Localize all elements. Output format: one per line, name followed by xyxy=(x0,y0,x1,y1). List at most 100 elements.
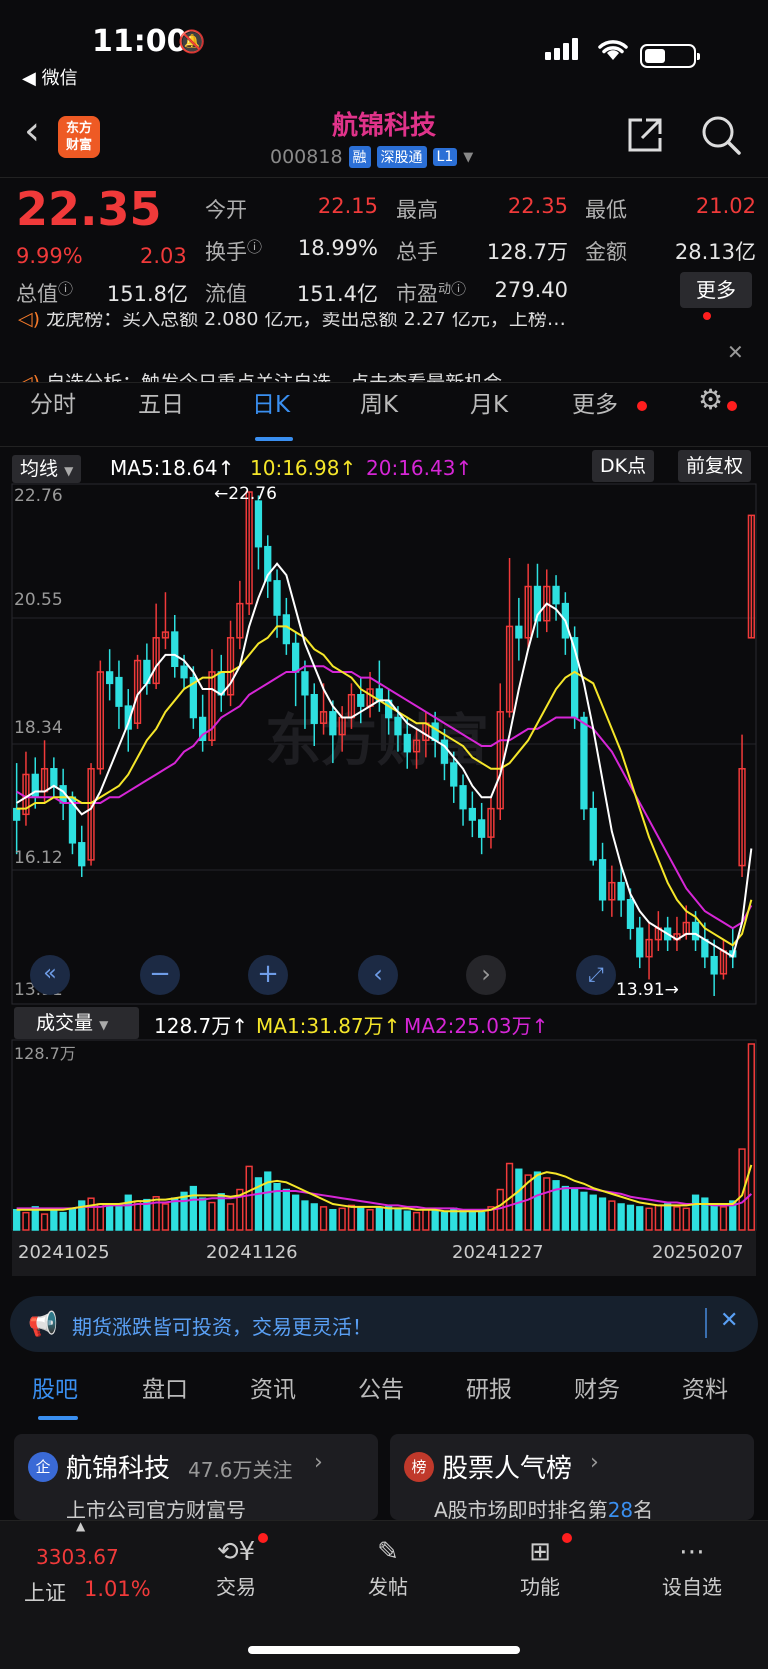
volume-bar xyxy=(161,1203,170,1231)
index-name[interactable]: 上证 xyxy=(24,1577,66,1607)
volume-bar xyxy=(608,1200,616,1231)
candle-body xyxy=(710,955,718,975)
kline-chart[interactable]: 东方财富 xyxy=(0,0,768,1290)
volume-bar xyxy=(468,1210,476,1231)
volume-bar xyxy=(347,1204,356,1231)
tab-research[interactable]: 研报 xyxy=(466,1370,512,1404)
candle-body xyxy=(171,631,179,668)
card-followers: 47.6万关注 xyxy=(188,1458,293,1482)
volume-bar xyxy=(701,1197,709,1231)
volume-bar xyxy=(292,1194,300,1231)
candle-body xyxy=(106,671,114,685)
nav-post[interactable]: ✎ 发帖 xyxy=(338,1537,438,1600)
candle-body xyxy=(50,768,58,787)
volume-bar xyxy=(199,1197,207,1231)
scroll-left-fast-icon[interactable]: « xyxy=(30,955,70,995)
promo-text: 期货涨跌皆可投资，交易更灵活！ xyxy=(72,1315,372,1339)
candle-body xyxy=(691,921,700,941)
index-change[interactable]: 1.01% xyxy=(84,1577,151,1601)
volume-bar xyxy=(580,1191,588,1231)
price-axis-label: 18.34 xyxy=(14,718,63,738)
volume-axis-max: 128.7万 xyxy=(14,1044,76,1063)
volume-bar xyxy=(22,1211,30,1231)
volume-bar xyxy=(571,1188,579,1231)
candle-body xyxy=(254,500,263,548)
close-banner-icon[interactable]: ✕ xyxy=(720,1308,738,1333)
volume-bar xyxy=(654,1204,662,1231)
volume-bar xyxy=(412,1211,421,1231)
volume-bar xyxy=(478,1211,486,1231)
candle-body xyxy=(301,671,309,696)
scroll-left-icon[interactable]: ‹ xyxy=(358,955,398,995)
scroll-right-icon[interactable]: › xyxy=(466,955,506,995)
volume-bar xyxy=(626,1204,635,1231)
volume-bar xyxy=(50,1210,58,1231)
date-axis-label: 20241126 xyxy=(206,1242,298,1263)
volume-bar xyxy=(68,1207,77,1231)
index-up-caret-icon: ▲ xyxy=(76,1519,86,1533)
nav-trade[interactable]: ⟲¥ 交易 xyxy=(186,1537,286,1600)
chevron-right-icon: › xyxy=(590,1450,599,1475)
volume-bar xyxy=(719,1206,728,1231)
volume-bar xyxy=(375,1207,383,1231)
volume-readout: 128.7万↑ xyxy=(154,1014,249,1038)
volume-bar xyxy=(13,1209,21,1231)
vol-ma1-readout: MA1:31.87万↑ xyxy=(256,1014,401,1038)
tab-order-book[interactable]: 盘口 xyxy=(142,1370,188,1404)
candle-body xyxy=(478,819,486,838)
volume-bar xyxy=(543,1177,551,1231)
zoom-out-icon[interactable]: − xyxy=(140,955,180,995)
index-value[interactable]: 3303.67 xyxy=(36,1545,119,1569)
rank-badge-icon: 榜 xyxy=(404,1452,434,1482)
fullscreen-icon[interactable]: ⤢ xyxy=(576,955,616,995)
candle-body xyxy=(459,785,467,810)
card-title: 航锦科技 xyxy=(66,1454,171,1484)
candle-body xyxy=(13,807,21,821)
candle-body xyxy=(394,716,402,736)
volume-bar xyxy=(403,1210,411,1231)
popularity-rank-card[interactable]: 榜 股票人气榜 › A股市场即时排名第28名 xyxy=(390,1434,754,1520)
candle-body xyxy=(580,716,588,810)
tab-announcements[interactable]: 公告 xyxy=(358,1370,404,1404)
tab-financials[interactable]: 财务 xyxy=(574,1370,620,1404)
home-indicator xyxy=(248,1646,520,1654)
date-axis-background xyxy=(12,1230,756,1276)
candle-body xyxy=(180,665,188,679)
volume-bar xyxy=(440,1211,449,1231)
tab-news[interactable]: 资讯 xyxy=(250,1370,296,1404)
zoom-in-icon[interactable]: + xyxy=(248,955,288,995)
megaphone-icon: 📢 xyxy=(28,1310,58,1338)
volume-bar xyxy=(589,1194,597,1231)
volume-bar xyxy=(106,1204,114,1231)
card-subtitle: 上市公司官方财富号 xyxy=(66,1498,246,1520)
volume-bar xyxy=(561,1185,569,1231)
candle-body xyxy=(78,842,86,867)
volume-selector[interactable]: 成交量 ▼ xyxy=(14,1007,139,1039)
candle-body xyxy=(701,938,709,958)
ma10-line xyxy=(16,625,753,947)
nav-add-watchlist[interactable]: ⋯ 设自选 xyxy=(642,1537,742,1600)
candle-body xyxy=(282,614,290,645)
volume-bar xyxy=(226,1203,235,1231)
tab-guba[interactable]: 股吧 xyxy=(32,1370,78,1404)
volume-bar xyxy=(636,1206,644,1231)
volume-bar xyxy=(673,1206,681,1231)
section-tab-underline xyxy=(38,1416,78,1420)
volume-bar xyxy=(710,1203,718,1231)
card-title: 股票人气榜 xyxy=(442,1454,573,1484)
chevron-right-icon: › xyxy=(314,1450,323,1475)
tab-profile[interactable]: 资料 xyxy=(682,1370,728,1404)
candle-body xyxy=(450,762,458,787)
card-subtitle: A股市场即时排名第28名 xyxy=(434,1498,654,1520)
nav-functions[interactable]: ⊞ 功能 xyxy=(490,1537,590,1600)
candle-body xyxy=(468,807,476,821)
volume-bar xyxy=(124,1194,132,1231)
volume-bar xyxy=(310,1203,318,1231)
volume-bar xyxy=(115,1206,123,1231)
volume-bar xyxy=(682,1207,690,1231)
futures-promo-banner[interactable]: 📢 期货涨跌皆可投资，交易更灵活！ ✕ xyxy=(10,1296,758,1352)
section-tabs: 股吧 盘口 资讯 公告 研报 财务 资料 xyxy=(0,1370,768,1420)
volume-bar xyxy=(691,1194,700,1231)
company-fortune-card[interactable]: 企 航锦科技 47.6万关注 › 上市公司官方财富号 xyxy=(14,1434,378,1520)
volume-bar xyxy=(394,1209,402,1231)
